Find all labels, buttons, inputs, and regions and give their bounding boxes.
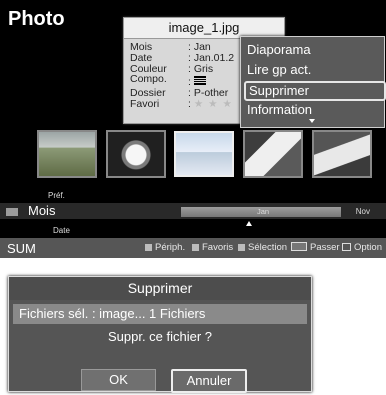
confirmation-message: Suppr. ce fichier ? (107, 329, 213, 344)
detail-value: : (188, 74, 236, 88)
menu-scroll-down-icon (309, 119, 315, 123)
detail-row-date: Date : Jan.01.2 (130, 51, 236, 64)
options-help: Option (342, 242, 382, 254)
photo-browser-screen: Photo image_1.jpg Mois: Jan Date: Jan.01… (0, 0, 386, 258)
timeline-current-label: Jan (257, 207, 270, 216)
source-label: SUM (7, 241, 36, 256)
group-marker-icon (6, 208, 18, 216)
gray-button-icon (192, 244, 199, 251)
detail-value: : Jan.01.2 (188, 52, 235, 64)
selection-help: Sélection (238, 242, 287, 254)
next-group-label: Date (53, 226, 70, 235)
selected-files-info: Fichiers sél. : image... 1 Fichiers (13, 304, 307, 324)
gray-button-icon (145, 244, 152, 251)
app-title: Photo (8, 8, 65, 30)
previous-group-label: Préf. (48, 191, 65, 200)
current-group-label[interactable]: Mois (28, 203, 55, 219)
detail-value: : Gris (188, 63, 214, 75)
dialog-title: Supprimer (9, 277, 311, 300)
device-help: Périph. (145, 242, 185, 254)
favorites-help: Favoris (192, 242, 233, 254)
image-details: Mois: Jan Date: Jan.01.2 Couleur: Gris C… (130, 42, 236, 110)
menu-item-play-group[interactable]: Lire gp act. (247, 61, 375, 79)
detail-label: Date (130, 51, 153, 64)
group-timeline-bar: Mois Jan Nov (0, 203, 386, 219)
tools-icon (342, 243, 351, 251)
favorite-stars-icon: ★ ★ ★ (193, 98, 233, 110)
cancel-button[interactable]: Annuler (171, 369, 247, 393)
detail-row-favorite: Favori : ★ ★ ★ (130, 99, 236, 110)
menu-item-information[interactable]: Information (247, 101, 375, 119)
thumbnail-landscape[interactable] (312, 130, 372, 178)
thumbnail-selected[interactable] (174, 131, 234, 177)
detail-row-composition: Compo.: (130, 74, 236, 88)
timeline-end-label: Nov (355, 207, 370, 216)
detail-label: Compo. (130, 73, 167, 86)
thumbnail-sheep[interactable] (37, 130, 97, 178)
detail-value: : Jan (188, 42, 211, 53)
thumbnail-mountain[interactable] (243, 130, 303, 178)
detail-value: : ★ ★ ★ (188, 98, 233, 110)
thumbnail-strip (0, 127, 386, 182)
select-button-icon (238, 244, 245, 251)
menu-item-delete[interactable]: Supprimer (244, 81, 386, 101)
bottom-help-bar: SUM Périph. Favoris Sélection Passer Opt… (0, 238, 386, 258)
composition-icon (193, 76, 206, 86)
timeline-position-icon (246, 221, 252, 226)
tools-menu: Diaporama Lire gp act. Supprimer Informa… (240, 36, 386, 128)
thumbnail-flower[interactable] (106, 130, 166, 178)
detail-value: : P-other (188, 88, 229, 99)
menu-item-slideshow[interactable]: Diaporama (247, 41, 375, 59)
ok-button[interactable]: OK (81, 369, 156, 391)
detail-label: Favori (130, 97, 160, 110)
delete-confirmation-dialog: Supprimer Fichiers sél. : image... 1 Fic… (8, 276, 312, 393)
skip-help: Passer (291, 242, 340, 254)
rewind-forward-icon (291, 242, 307, 251)
